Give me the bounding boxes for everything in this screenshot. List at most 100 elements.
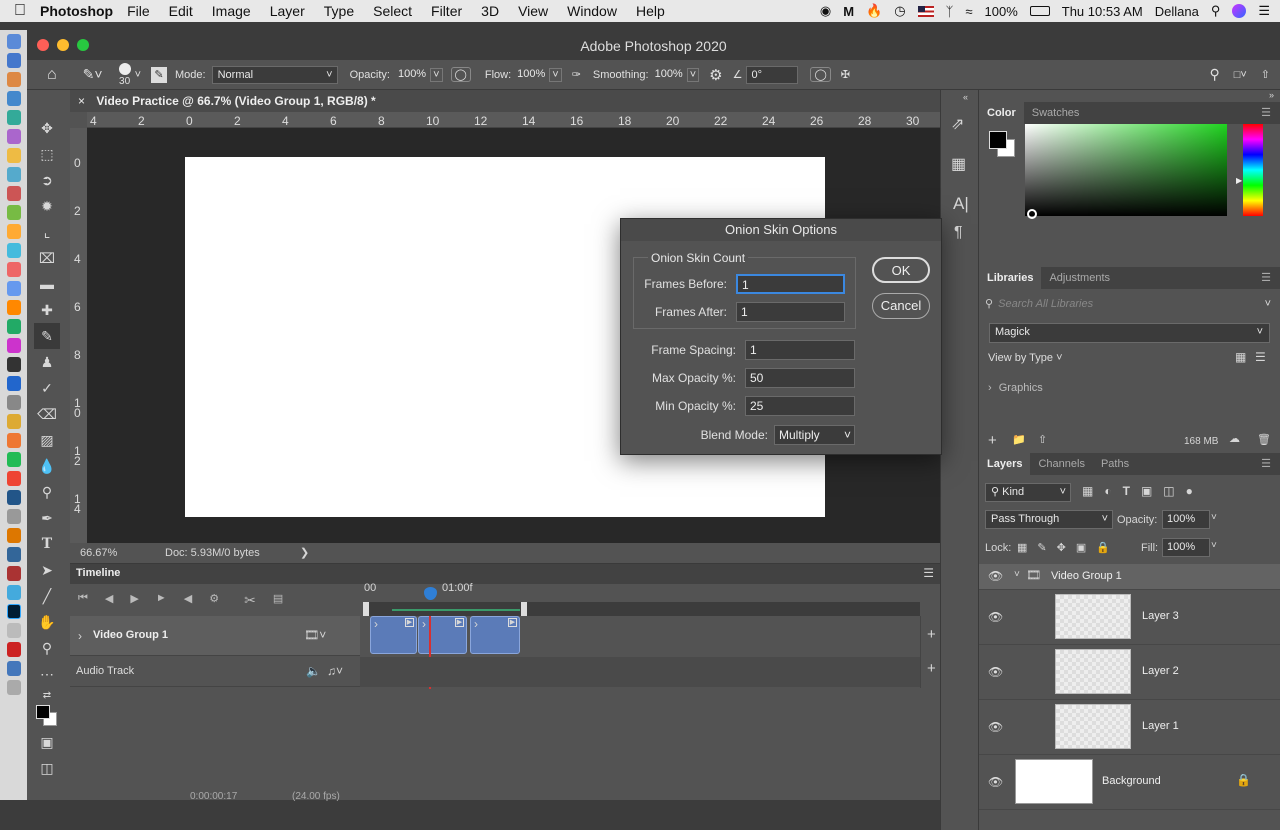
apple-icon[interactable]:  [0, 2, 40, 20]
filter-toggle-icon[interactable]: ● [1186, 484, 1193, 498]
app-menu[interactable]: Photoshop [40, 3, 113, 19]
tab-paths[interactable]: Paths [1093, 453, 1137, 475]
airbrush-icon[interactable]: ✑ [572, 68, 581, 81]
view-by-type[interactable]: View by Type ˅ [988, 352, 1063, 364]
max-opacity-input[interactable]: 50 [745, 368, 855, 388]
first-frame-icon[interactable]: ⏮ [78, 592, 88, 609]
layer-opacity-dropdown-icon[interactable]: ˅ [1211, 512, 1217, 523]
video-clip[interactable]: › ▶ [418, 616, 467, 654]
share-icon[interactable]: ⇧ [1261, 68, 1270, 81]
pressure-opacity-icon[interactable]: ◯ [450, 67, 471, 82]
menu-window[interactable]: Window [567, 3, 617, 19]
dodge-tool-icon[interactable]: ⚲ [34, 479, 60, 505]
dock-app-icon[interactable] [6, 91, 21, 106]
menu-image[interactable]: Image [212, 3, 251, 19]
visibility-eye-icon[interactable]: 👁 [988, 569, 1003, 583]
foreground-background-swatch[interactable] [34, 703, 60, 729]
frame-spacing-input[interactable]: 1 [745, 340, 855, 360]
foreground-color-swatch[interactable] [989, 131, 1007, 149]
dock-app-icon[interactable] [6, 167, 21, 182]
video-clip[interactable]: › ▶ [370, 616, 417, 654]
pen-tool-icon[interactable]: ✒ [34, 505, 60, 531]
timeline-title[interactable]: Timeline [76, 567, 120, 579]
doc-size[interactable]: Doc: 5.93M/0 bytes [165, 543, 260, 563]
audio-mute-icon[interactable]: ◀ [184, 592, 192, 609]
pixel-filter-icon[interactable]: ▦ [1082, 484, 1093, 498]
chevron-down-icon[interactable]: ˅ [1014, 569, 1020, 580]
line-tool-icon[interactable]: ╱ [34, 583, 60, 609]
zoom-tool-icon[interactable]: ⚲ [34, 635, 60, 661]
type-tool-icon[interactable]: T [34, 531, 60, 557]
background-layer-row[interactable]: 👁 Background 🔒 [979, 755, 1280, 810]
play-icon[interactable]: ▶ [130, 592, 138, 609]
move-tool-icon[interactable]: ✥ [34, 115, 60, 141]
ok-button[interactable]: OK [872, 257, 930, 283]
dock-app-icon[interactable] [6, 433, 21, 448]
angle-icon[interactable]: ∠ [733, 68, 743, 81]
chevron-down-icon[interactable]: ˅ [135, 69, 141, 81]
stamp-tool-icon[interactable]: ♟ [34, 349, 60, 375]
eraser-tool-icon[interactable]: ⌫ [34, 401, 60, 427]
color-picker-handle[interactable] [1027, 209, 1037, 219]
blend-mode-select[interactable]: Multiply ˅ [774, 425, 855, 445]
menu-type[interactable]: Type [324, 3, 354, 19]
split-scissors-icon[interactable]: ✂ [244, 592, 256, 609]
work-area-start-handle[interactable] [363, 602, 369, 616]
malwarebytes-icon[interactable]: M [843, 4, 854, 19]
battery-icon[interactable] [1029, 6, 1050, 16]
tab-libraries[interactable]: Libraries [979, 267, 1042, 289]
panel-menu-icon[interactable]: ☰ [1253, 267, 1279, 289]
opacity-field[interactable]: 100% [394, 66, 430, 84]
film-icon[interactable]: 🎞˅ [304, 628, 326, 642]
min-opacity-input[interactable]: 25 [745, 396, 855, 416]
menu-edit[interactable]: Edit [169, 3, 193, 19]
frames-before-input[interactable]: 1 [736, 274, 845, 294]
clip-menu-icon[interactable]: ▶ [455, 618, 464, 627]
layer-row[interactable]: 👁 Layer 2 [979, 645, 1280, 700]
menu-view[interactable]: View [518, 3, 548, 19]
ruler-tool-icon[interactable]: ▬ [34, 271, 60, 297]
document-tab[interactable]: × Video Practice @ 66.7% (Video Group 1,… [70, 90, 940, 112]
bluetooth-icon[interactable]: ᛉ [946, 4, 954, 19]
panel-menu-icon[interactable]: ☰ [1253, 102, 1279, 124]
path-select-tool-icon[interactable]: ➤ [34, 557, 60, 583]
hue-slider-handle[interactable]: ▶ [1236, 176, 1242, 185]
graphics-group[interactable]: › Graphics [988, 382, 1043, 394]
user-name[interactable]: Dellana [1155, 4, 1199, 19]
menu-layer[interactable]: Layer [270, 3, 305, 19]
cloud-icon[interactable]: ☁ [1229, 432, 1240, 445]
adjustment-filter-icon[interactable]: ◐ [1104, 484, 1111, 498]
dock-app-icon[interactable] [6, 490, 21, 505]
video-track-header[interactable]: › Video Group 1 🎞˅ [70, 616, 360, 656]
search-icon[interactable]: ⚲ [1209, 66, 1219, 83]
dock-app-icon[interactable] [6, 642, 21, 657]
pressure-size-icon[interactable]: ◯ [810, 67, 831, 82]
photoshop-dock-icon[interactable] [6, 604, 21, 619]
brush-settings-icon[interactable]: ✎ [151, 66, 168, 83]
chevron-down-icon[interactable]: ˅ [1265, 293, 1271, 315]
grid-view-icon[interactable]: ▦ [1235, 350, 1246, 364]
close-window-button[interactable] [37, 39, 49, 51]
dock-app-icon[interactable] [6, 300, 21, 315]
notification-center-icon[interactable]: ☰ [1258, 3, 1270, 19]
blur-tool-icon[interactable]: 💧 [34, 453, 60, 479]
gradient-tool-icon[interactable]: ▨ [34, 427, 60, 453]
clock[interactable]: Thu 10:53 AM [1062, 4, 1143, 19]
dock-app-icon[interactable] [6, 224, 21, 239]
clip-menu-icon[interactable]: ▶ [508, 618, 517, 627]
dock-app-icon[interactable] [6, 281, 21, 296]
zoom-level[interactable]: 66.67% [80, 543, 117, 563]
lock-transparency-icon[interactable]: ▦ [1017, 541, 1027, 554]
dock-app-icon[interactable] [6, 661, 21, 676]
flame-icon[interactable]: 🔥 [866, 3, 882, 19]
tab-color[interactable]: Color [979, 102, 1024, 124]
previous-frame-icon[interactable]: ◀ [105, 592, 113, 609]
dock-app-icon[interactable] [6, 53, 21, 68]
transition-icon[interactable]: ▤ [273, 592, 283, 609]
dock-app-icon[interactable] [6, 414, 21, 429]
add-media-icon[interactable]: + [927, 626, 936, 643]
dock-app-icon[interactable] [6, 72, 21, 87]
dock-app-icon[interactable] [6, 34, 21, 49]
dock-app-icon[interactable] [6, 129, 21, 144]
brush-tool-icon[interactable]: ✎ [34, 323, 60, 349]
